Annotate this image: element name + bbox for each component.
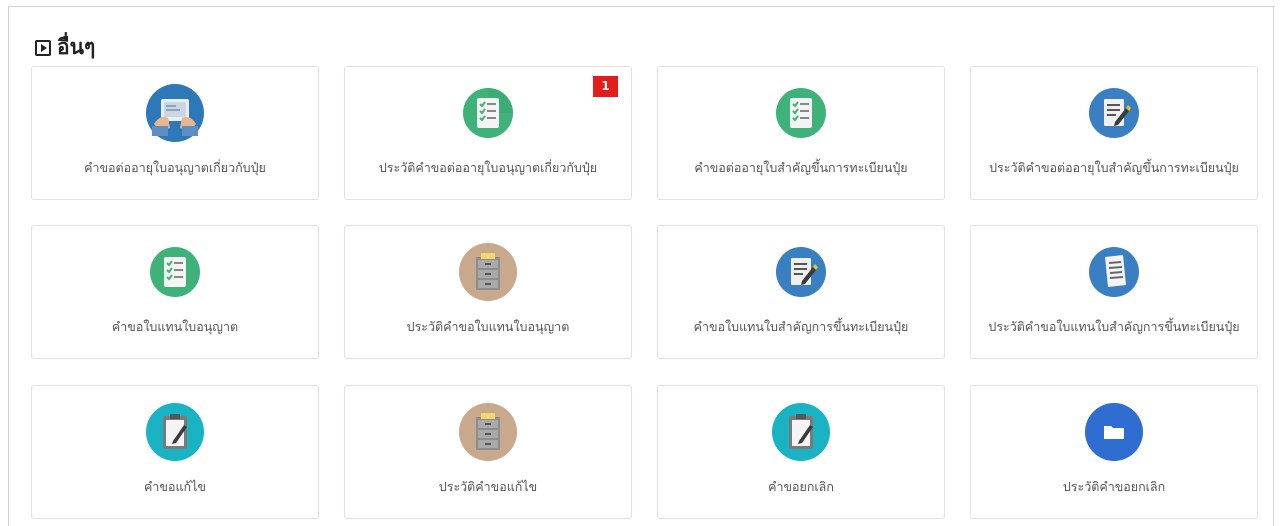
card-label: ประวัติคำขอต่ออายุใบอนุญาตเกี่ยวกับปุ๋ย (378, 160, 598, 175)
card-label: คำขอแก้ไข (144, 479, 206, 494)
card-fertilizer-license-renewal[interactable]: คำขอต่ออายุใบอนุญาตเกี่ยวกับปุ๋ย (31, 66, 319, 200)
card-replacement-license-history[interactable]: ประวัติคำขอใบแทนใบอนุญาต (344, 225, 632, 359)
green-checklist-icon (146, 243, 204, 301)
card-label: ประวัติคำขอยกเลิก (1062, 479, 1166, 494)
card-replacement-registration-certificate[interactable]: คำขอใบแทนใบสำคัญการขึ้นทะเบียนปุ๋ย (657, 225, 945, 359)
card-label: คำขอใบแทนใบสำคัญการขึ้นทะเบียนปุ๋ย (693, 319, 909, 334)
card-label: ประวัติคำขอใบแทนใบสำคัญการขึ้นทะเบียนปุ๋… (988, 319, 1240, 334)
card-label: ประวัติคำขอใบแทนใบอนุญาต (406, 319, 570, 334)
filing-cabinet-icon (459, 243, 517, 301)
filing-cabinet-icon (459, 403, 517, 461)
card-label: คำขอยกเลิก (768, 479, 834, 494)
section-heading: อื่นๆ (35, 31, 95, 64)
green-checklist-icon (459, 84, 517, 142)
card-cancellation-request[interactable]: คำขอยกเลิก (657, 385, 945, 519)
teal-clipboard-edit-icon (146, 403, 204, 461)
card-replacement-license[interactable]: คำขอใบแทนใบอนุญาต (31, 225, 319, 359)
other-section-panel: อื่นๆ คำขอต่ออายุใบอนุญาตเกี่ยวกับปุ๋ย 1 (8, 6, 1274, 526)
notification-badge: 1 (593, 76, 618, 97)
section-title: อื่นๆ (57, 35, 96, 59)
card-label: คำขอต่ออายุใบอนุญาตเกี่ยวกับปุ๋ย (84, 160, 266, 175)
folder-icon (1085, 403, 1143, 461)
blue-document-edit-icon (1085, 84, 1143, 142)
card-label: ประวัติคำขอต่ออายุใบสำคัญขึ้นการทะเบียนป… (989, 160, 1239, 175)
play-square-icon (35, 39, 51, 56)
card-registration-certificate-renewal[interactable]: คำขอต่ออายุใบสำคัญขึ้นการทะเบียนปุ๋ย (657, 66, 945, 200)
card-amendment-request[interactable]: คำขอแก้ไข (31, 385, 319, 519)
tablet-hands-icon (146, 84, 204, 142)
card-registration-certificate-renewal-history[interactable]: ประวัติคำขอต่ออายุใบสำคัญขึ้นการทะเบียนป… (970, 66, 1258, 200)
card-cancellation-history[interactable]: ประวัติคำขอยกเลิก (970, 385, 1258, 519)
blue-document-edit-icon (772, 243, 830, 301)
card-label: ประวัติคำขอแก้ไข (438, 479, 538, 494)
blue-document-list-icon (1085, 243, 1143, 301)
card-amendment-history[interactable]: ประวัติคำขอแก้ไข (344, 385, 632, 519)
teal-clipboard-edit-icon (772, 403, 830, 461)
card-label: คำขอต่ออายุใบสำคัญขึ้นการทะเบียนปุ๋ย (694, 160, 908, 175)
green-checklist-icon (772, 84, 830, 142)
card-fertilizer-license-renewal-history[interactable]: 1 ประวัติคำขอต่ออายุใบอนุญาตเกี่ยวกับปุ๋… (344, 66, 632, 200)
card-replacement-registration-certificate-history[interactable]: ประวัติคำขอใบแทนใบสำคัญการขึ้นทะเบียนปุ๋… (970, 225, 1258, 359)
card-label: คำขอใบแทนใบอนุญาต (111, 319, 239, 334)
